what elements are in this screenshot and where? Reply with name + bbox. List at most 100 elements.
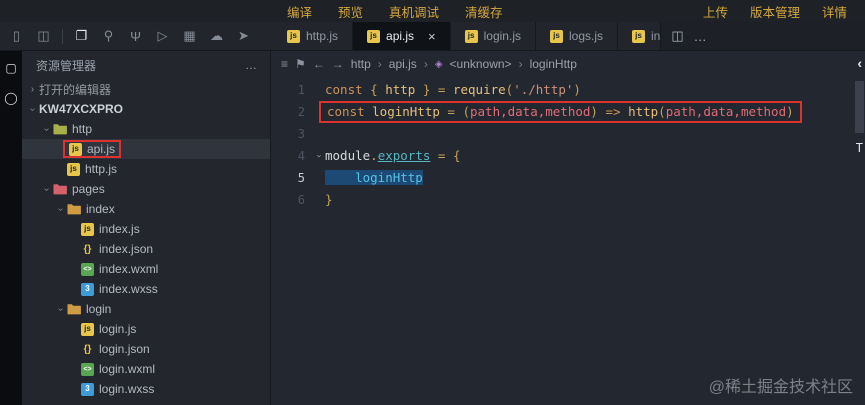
tree-label: api.js: [87, 142, 116, 156]
tree-item-login.wxml[interactable]: <> login.wxml: [22, 359, 270, 379]
tree-label: login.js: [99, 322, 137, 336]
watermark: @稀土掘金技术社区: [708, 379, 853, 396]
tree-label: index.json: [99, 242, 154, 256]
tree-item-api.js[interactable]: js api.js: [22, 139, 270, 159]
tree-label: index.wxss: [99, 282, 158, 296]
code-line-2[interactable]: 2 const loginHttp = (path,data,method) =>…: [271, 101, 865, 123]
more-actions-icon[interactable]: …: [694, 29, 707, 44]
scrollbar[interactable]: T: [854, 79, 865, 405]
sidebar-header: 资源管理器 …: [22, 51, 270, 79]
tree-item-login.js[interactable]: js login.js: [22, 319, 270, 339]
panel-toggle-icon[interactable]: ▢: [5, 61, 16, 75]
sidebar: 资源管理器 … › 打开的编辑器 › KW47XCXPRO › http js api.js j…: [22, 51, 271, 405]
tab-api.js[interactable]: js api.js ×: [353, 22, 451, 50]
chevron-down-icon: ›: [27, 107, 38, 111]
cloud-icon[interactable]: ☁: [203, 28, 230, 44]
symbol-icon: ◈: [434, 58, 443, 70]
js-file-icon: js: [81, 322, 94, 336]
line-number: 4: [297, 149, 305, 163]
device-icon[interactable]: ▯: [3, 28, 30, 44]
tree-item-index.json[interactable]: {} index.json: [22, 239, 270, 259]
tab-logs.js[interactable]: js logs.js: [535, 22, 618, 50]
breadcrumb-item[interactable]: api.js: [389, 57, 417, 71]
toolbar-row: ▯ ◫ ❐ ⚲ Ψ ▷ ▦ ☁ ➤ js http.js js api.js × js login.js js…: [0, 22, 865, 51]
sidebar-more-icon[interactable]: …: [245, 58, 258, 72]
sidebar-title: 资源管理器: [36, 58, 97, 73]
folder-icon: [53, 183, 67, 195]
js-file-icon: js: [67, 162, 80, 176]
debug-icon[interactable]: ▷: [149, 28, 176, 44]
chevron-down-icon: ›: [41, 127, 52, 131]
tree-item-pages[interactable]: › pages: [22, 179, 270, 199]
code-line-1[interactable]: 1 const { http } = require('./http'): [271, 79, 865, 101]
tab-label: login.js: [483, 29, 521, 43]
git-branch-icon[interactable]: Ψ: [122, 29, 149, 44]
breadcrumb-item[interactable]: <unknown>: [450, 57, 512, 71]
js-file-icon: js: [81, 222, 94, 236]
outline-icon[interactable]: ≡: [281, 57, 288, 71]
line-number: 6: [297, 193, 305, 207]
tree-item-index.js[interactable]: js index.js: [22, 219, 270, 239]
code-area[interactable]: 1 const { http } = require('./http') 2 cons…: [271, 77, 865, 405]
tree-item-index[interactable]: › index: [22, 199, 270, 219]
back-icon[interactable]: ←: [313, 57, 325, 71]
editor: ≡ ⚑ ← → http › api.js › ◈ <unknown> › loginHttp ‹ 1…: [271, 51, 865, 405]
bookmark-icon[interactable]: ⚑: [295, 57, 306, 71]
tree-item-http.js[interactable]: js http.js: [22, 159, 270, 179]
tree-item-KW47XCXPRO[interactable]: › KW47XCXPRO: [22, 99, 270, 119]
tree-item-login[interactable]: › login: [22, 299, 270, 319]
tree-label: http: [72, 122, 93, 136]
tab-label: logs.js: [568, 29, 603, 43]
folder-icon: [67, 303, 81, 315]
chevron-right-icon: ›: [30, 83, 35, 95]
code-line-5[interactable]: 5 loginHttp: [271, 167, 865, 189]
collapse-panel-icon[interactable]: ‹: [857, 55, 862, 71]
menu-item-真机调试[interactable]: 真机调试: [389, 2, 439, 21]
menu-item-预览[interactable]: 预览: [338, 2, 363, 21]
breadcrumb-item[interactable]: http: [351, 57, 371, 71]
menubar: 编译 预览 真机调试 清缓存 上传 版本管理 详情: [0, 0, 865, 22]
menu-item-清缓存[interactable]: 清缓存: [465, 2, 503, 21]
breadcrumb: ≡ ⚑ ← → http › api.js › ◈ <unknown> › loginHttp: [271, 51, 865, 77]
fold-icon[interactable]: ›: [307, 149, 329, 163]
simulator-panel-icon[interactable]: ◫: [30, 28, 57, 44]
menu-item-上传[interactable]: 上传: [703, 2, 728, 21]
extensions-icon[interactable]: ▦: [176, 28, 203, 44]
tree-item-login.wxss[interactable]: 3 login.wxss: [22, 379, 270, 399]
menu-item-版本管理[interactable]: 版本管理: [750, 2, 800, 21]
wxml-file-icon: <>: [81, 362, 94, 376]
menu-item-编译[interactable]: 编译: [287, 2, 312, 21]
tab-in[interactable]: js in: [618, 22, 662, 50]
tab-login.js[interactable]: js login.js: [450, 22, 536, 50]
json-file-icon: {}: [83, 243, 92, 255]
tree-item-index.wxss[interactable]: 3 index.wxss: [22, 279, 270, 299]
tree-label: pages: [72, 182, 105, 196]
split-editor-icon[interactable]: ◫: [671, 28, 683, 44]
tree-label: login.wxss: [99, 382, 155, 396]
tree-item-login.json[interactable]: {} login.json: [22, 339, 270, 359]
code-line-3[interactable]: 3: [271, 123, 865, 145]
tree-item-index.wxml[interactable]: <> index.wxml: [22, 259, 270, 279]
search-icon[interactable]: ⚲: [95, 28, 122, 44]
text-selection: loginHttp: [325, 170, 423, 185]
scrollbar-thumb[interactable]: [855, 81, 864, 133]
line-number: 3: [297, 127, 305, 141]
app-window: 编译 预览 真机调试 清缓存 上传 版本管理 详情 ▯ ◫ ❐ ⚲ Ψ ▷ ▦ ☁ ➤ js http.js…: [0, 0, 865, 405]
tab-actions: ◫…: [661, 22, 716, 50]
record-icon[interactable]: ◯: [4, 91, 17, 105]
tree-item-http[interactable]: › http: [22, 119, 270, 139]
tab-http.js[interactable]: js http.js: [273, 22, 354, 50]
tree-item-打开的编辑器[interactable]: › 打开的编辑器: [22, 79, 270, 99]
code-line-4[interactable]: 4 › module.exports = {: [271, 145, 865, 167]
deploy-icon[interactable]: ➤: [230, 28, 257, 44]
close-icon[interactable]: ×: [428, 29, 436, 44]
json-file-icon: {}: [83, 343, 92, 355]
line-number: 5: [297, 171, 305, 185]
js-file-icon: js: [367, 29, 381, 43]
code-line-6[interactable]: 6}: [271, 189, 865, 211]
breadcrumb-item[interactable]: loginHttp: [530, 57, 577, 71]
explorer-icon[interactable]: ❐: [68, 28, 95, 44]
menu-item-详情[interactable]: 详情: [822, 2, 847, 21]
forward-icon[interactable]: →: [332, 57, 344, 71]
tab-label: in: [651, 29, 661, 43]
